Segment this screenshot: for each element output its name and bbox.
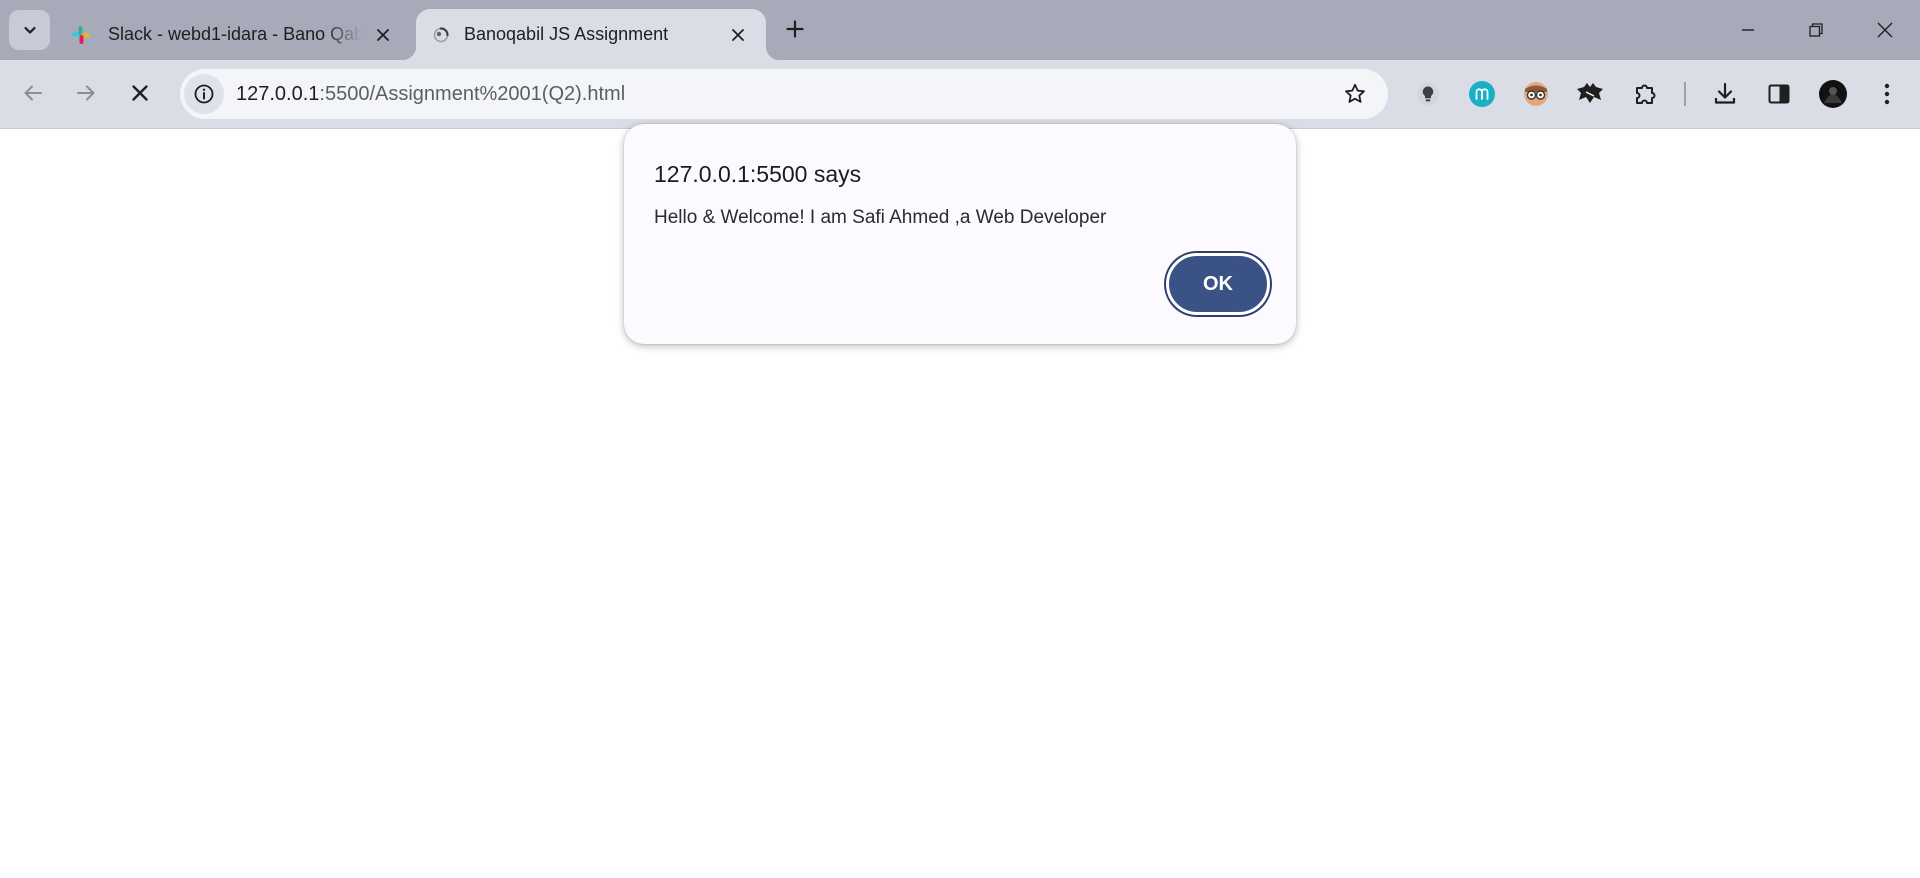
profile-button[interactable] — [1816, 77, 1850, 111]
alert-dialog: 127.0.0.1:5500 says Hello & Welcome! I a… — [624, 124, 1296, 344]
stop-loading-button[interactable] — [122, 75, 158, 111]
downloads-icon — [1714, 82, 1736, 104]
site-info-icon — [194, 84, 214, 104]
bat-extension-icon — [1577, 83, 1603, 103]
url-host: 127.0.0.1 — [236, 83, 320, 105]
loading-spinner-icon — [430, 24, 452, 46]
side-panel-button[interactable] — [1762, 77, 1796, 111]
back-button[interactable] — [15, 75, 51, 111]
glasses-extension-icon — [1524, 82, 1548, 106]
restore-button[interactable] — [1793, 10, 1839, 50]
downloads-button[interactable] — [1708, 77, 1742, 111]
chrome-menu-button[interactable] — [1870, 77, 1904, 111]
tab-close-button[interactable] — [371, 23, 395, 47]
chevron-down-icon — [23, 26, 36, 34]
tab-search-button[interactable] — [9, 10, 50, 50]
back-icon — [24, 85, 42, 101]
close-window-button[interactable] — [1862, 10, 1908, 50]
lightbulb-extension-button[interactable] — [1411, 77, 1445, 111]
dialog-title: 127.0.0.1:5500 says — [654, 161, 862, 187]
menu-kebab-icon — [1884, 83, 1890, 105]
close-icon — [732, 29, 744, 41]
close-window-icon — [1877, 22, 1893, 38]
glasses-extension-button[interactable] — [1519, 77, 1553, 111]
lightbulb-extension-icon — [1417, 83, 1439, 105]
minimize-button[interactable] — [1725, 10, 1771, 50]
stop-loading-icon — [132, 85, 148, 101]
close-icon — [377, 29, 389, 41]
forward-icon — [77, 85, 95, 101]
address-bar[interactable]: 127.0.0.1:5500/Assignment%2001(Q2).html — [180, 69, 1388, 119]
slack-icon — [70, 24, 92, 46]
bat-extension-button[interactable] — [1573, 77, 1607, 111]
forward-button[interactable] — [68, 75, 104, 111]
tab-title: Slack - webd1-idara - Bano Qabil — [108, 24, 362, 44]
extensions-button[interactable] — [1628, 77, 1662, 111]
minimize-icon — [1742, 29, 1754, 31]
dialog-message: Hello & Welcome! I am Safi Ahmed ,a Web … — [654, 207, 1107, 228]
profile-avatar-icon — [1819, 80, 1847, 108]
url-text[interactable]: 127.0.0.1:5500/Assignment%2001(Q2).html — [236, 82, 625, 106]
tab-strip: Slack - webd1-idara - Bano Qabil Banoqab… — [0, 0, 1920, 60]
toolbar-separator — [1684, 82, 1686, 106]
browser-toolbar: 127.0.0.1:5500/Assignment%2001(Q2).html — [0, 60, 1920, 129]
bookmark-star-icon — [1345, 83, 1365, 103]
tab-banoqabil[interactable]: Banoqabil JS Assignment — [402, 9, 780, 60]
site-info-button[interactable] — [184, 74, 224, 114]
restore-icon — [1809, 23, 1823, 37]
ok-button[interactable]: OK — [1166, 253, 1270, 315]
m-extension-button[interactable] — [1465, 77, 1499, 111]
extensions-puzzle-icon — [1636, 84, 1656, 104]
tab-close-button[interactable] — [726, 23, 750, 47]
bookmark-button[interactable] — [1342, 81, 1368, 107]
m-extension-icon — [1469, 81, 1495, 107]
tab-slack[interactable]: Slack - webd1-idara - Bano Qabil — [62, 9, 404, 60]
tab-title: Banoqabil JS Assignment — [464, 24, 669, 44]
new-tab-button[interactable] — [780, 13, 810, 45]
url-path: :5500/Assignment%2001(Q2).html — [319, 83, 626, 105]
side-panel-icon — [1768, 84, 1790, 104]
new-tab-icon — [786, 20, 804, 38]
